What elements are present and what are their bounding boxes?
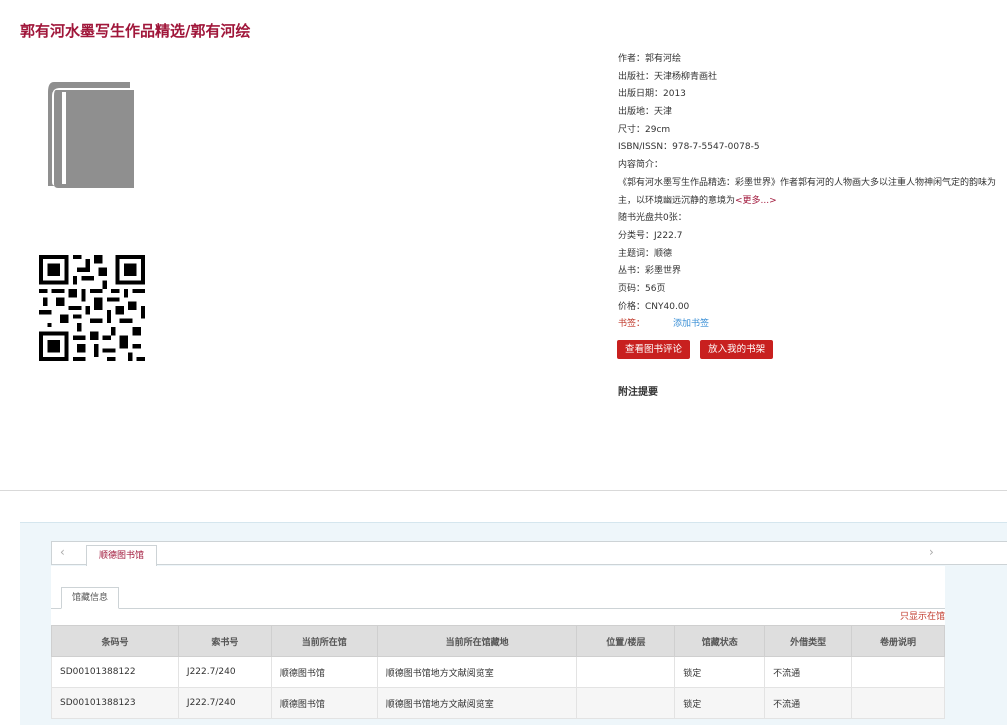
tab-holdings-info[interactable]: 馆藏信息	[61, 587, 120, 609]
holdings-panel: 馆藏信息 只显示在馆 条码号 索书号 当前所在馆 当前所在馆藏地 位置/楼层 馆…	[51, 566, 945, 719]
series: 丛书：彩墨世界	[618, 266, 682, 277]
chevron-left-icon[interactable]: ‹	[60, 545, 65, 559]
barcode-cell: SD00101388122	[51, 656, 179, 688]
library-cell: 顺德图书馆	[270, 687, 378, 719]
book-info-panel: 作者：郭有河绘 出版社：天津杨柳青画社 出版日期：2013 出版地：天津 尺寸：…	[618, 51, 998, 334]
column-header: 索书号	[177, 625, 272, 657]
summary: 《郭有河水墨写生作品精选：彩墨世界》作者郭有河的人物画大多以注重人物神闲气定的韵…	[618, 175, 998, 210]
isbn: ISBN/ISSN：978-7-5547-0078-5	[618, 142, 760, 153]
book-icon	[48, 82, 134, 188]
chevron-right-icon[interactable]: ›	[929, 545, 934, 559]
price: 价格：CNY40.00	[618, 301, 690, 312]
barcode-cell: SD00101388123	[51, 687, 179, 719]
table-header-row: 条码号 索书号 当前所在馆 当前所在馆藏地 位置/楼层 馆藏状态 外借类型 卷册…	[51, 625, 945, 657]
pages: 页码：56页	[618, 283, 666, 294]
column-header: 条码号	[51, 625, 179, 657]
more-link[interactable]: <更多...>	[735, 196, 777, 206]
column-header: 当前所在馆	[270, 625, 378, 657]
size: 尺寸：29cm	[618, 124, 671, 135]
cd-count: 随书光盘共0张：	[618, 213, 687, 224]
table-row: SD00101388122 J222.7/240 顺德图书馆 顺德图书馆地方文献…	[51, 656, 945, 688]
status-cell: 锁定	[674, 656, 766, 688]
notes-heading: 附注提要	[618, 387, 658, 398]
location-cell: 顺德图书馆地方文献阅览室	[376, 687, 578, 719]
qr-code-icon	[39, 255, 145, 361]
class-number: 分类号：J222.7	[618, 230, 683, 241]
location-cell: 顺德图书馆地方文献阅览室	[376, 656, 578, 688]
table-row: SD00101388123 J222.7/240 顺德图书馆 顺德图书馆地方文献…	[51, 687, 945, 719]
publish-place: 出版地：天津	[618, 107, 673, 118]
action-buttons: 查看图书评论 放入我的书架	[617, 337, 778, 359]
column-header: 当前所在馆藏地	[376, 625, 578, 657]
call-number-cell: J222.7/240	[177, 687, 272, 719]
column-header: 外借类型	[764, 625, 853, 657]
loan-type-cell: 不流通	[764, 656, 853, 688]
tab-library[interactable]: 顺德图书馆	[86, 545, 158, 566]
library-tab-bar: ‹ 顺德图书馆 ›	[51, 541, 1007, 566]
status-cell: 锁定	[674, 687, 766, 719]
add-to-shelf-button[interactable]: 放入我的书架	[700, 340, 774, 359]
volume-note-cell	[851, 656, 945, 688]
summary-text: 《郭有河水墨写生作品精选：彩墨世界》作者郭有河的人物画大多以注重人物神闲气定的韵…	[618, 177, 997, 206]
divider	[0, 490, 1007, 491]
bookmark-row: 书签： 添加书签	[618, 316, 998, 334]
publish-date: 出版日期：2013	[618, 89, 686, 100]
library-cell: 顺德图书馆	[270, 656, 378, 688]
subject: 主题词：顺德	[618, 248, 673, 259]
floor-cell	[576, 687, 676, 719]
summary-label: 内容简介：	[618, 160, 664, 171]
floor-cell	[576, 656, 676, 688]
loan-type-cell: 不流通	[764, 687, 853, 719]
holdings-table: 条码号 索书号 当前所在馆 当前所在馆藏地 位置/楼层 馆藏状态 外借类型 卷册…	[51, 625, 945, 719]
author: 作者：郭有河绘	[618, 54, 682, 64]
call-number-cell: J222.7/240	[177, 656, 272, 688]
only-in-library-link[interactable]: 只显示在馆	[900, 609, 945, 622]
page-title: 郭有河水墨写生作品精选/郭有河绘	[20, 22, 251, 40]
column-header: 馆藏状态	[674, 625, 766, 657]
volume-note-cell	[851, 687, 945, 719]
bookmark-label: 书签：	[618, 319, 646, 330]
column-header: 卷册说明	[851, 625, 945, 657]
add-bookmark-link[interactable]: 添加书签	[673, 319, 709, 329]
subtab-divider	[51, 608, 945, 609]
column-header: 位置/楼层	[576, 625, 676, 657]
publisher: 出版社：天津杨柳青画社	[618, 71, 718, 82]
view-reviews-button[interactable]: 查看图书评论	[617, 340, 691, 359]
